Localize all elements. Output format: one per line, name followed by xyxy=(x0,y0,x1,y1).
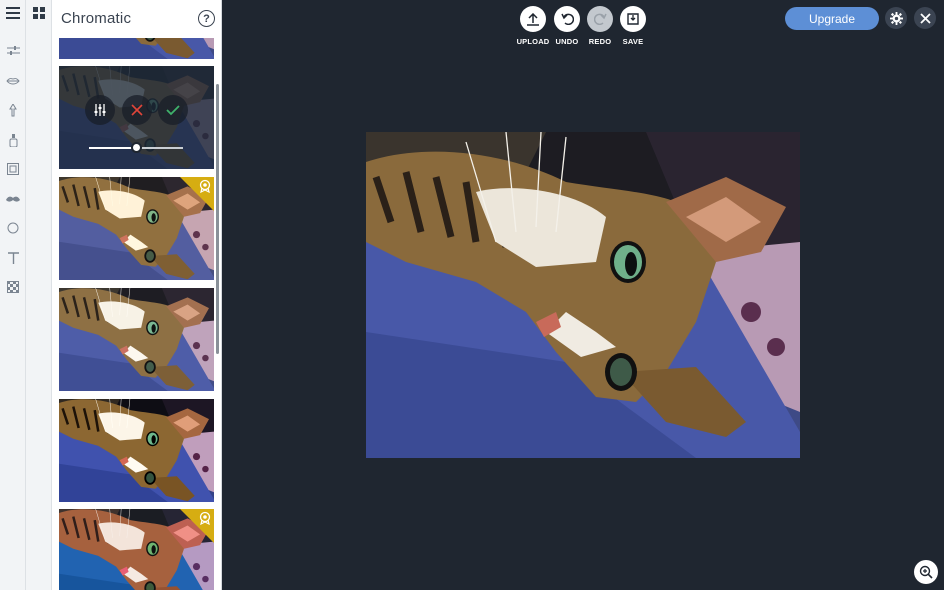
upload-icon xyxy=(527,12,539,26)
lips-icon[interactable] xyxy=(3,71,23,91)
premium-badge-icon xyxy=(199,511,211,525)
pin-icon[interactable] xyxy=(3,100,23,120)
zoom-button[interactable] xyxy=(914,560,938,584)
cancel-effect-button[interactable] xyxy=(122,95,152,125)
close-icon xyxy=(131,104,143,116)
cat-thumbnail-image xyxy=(59,288,214,391)
frame-icon[interactable] xyxy=(3,159,23,179)
intensity-slider-fill xyxy=(89,147,136,149)
help-button[interactable]: ? xyxy=(198,10,215,27)
check-icon xyxy=(166,104,180,115)
sliders-icon xyxy=(94,104,106,116)
save-label: SAVE xyxy=(622,37,644,46)
text-icon[interactable] xyxy=(3,248,23,268)
redo-button[interactable] xyxy=(587,6,613,32)
apply-effect-button[interactable] xyxy=(158,95,188,125)
mustache-icon[interactable] xyxy=(3,189,23,209)
grid-icon[interactable] xyxy=(29,3,49,23)
bottle-icon[interactable] xyxy=(3,130,23,150)
effects-panel: Chromatic ? xyxy=(52,0,222,590)
adjust-sliders-icon[interactable] xyxy=(3,41,23,61)
undo-icon xyxy=(560,13,574,25)
upgrade-button[interactable]: Upgrade xyxy=(785,7,879,30)
menu-icon[interactable] xyxy=(3,3,23,23)
effect-thumbnail[interactable] xyxy=(59,177,214,280)
editing-canvas-image[interactable] xyxy=(366,132,800,458)
panel-title: Chromatic xyxy=(61,10,132,27)
effects-rail xyxy=(26,0,52,590)
upload-button[interactable] xyxy=(520,6,546,32)
shape-icon[interactable] xyxy=(3,218,23,238)
close-editor-button[interactable] xyxy=(914,7,936,29)
cat-thumbnail-image xyxy=(59,399,214,502)
gear-icon xyxy=(889,11,903,25)
redo-icon xyxy=(593,13,607,25)
settings-button[interactable] xyxy=(885,7,907,29)
save-button[interactable] xyxy=(620,6,646,32)
panel-scrollbar[interactable] xyxy=(216,84,219,354)
save-icon xyxy=(627,13,639,25)
zoom-in-icon xyxy=(919,565,933,579)
effect-thumbnail[interactable] xyxy=(59,399,214,502)
close-icon xyxy=(919,12,931,24)
premium-badge-icon xyxy=(199,179,211,193)
tool-rail xyxy=(0,0,26,590)
effect-thumbnail-active[interactable] xyxy=(59,66,214,169)
effect-thumbnail[interactable] xyxy=(59,288,214,391)
texture-icon[interactable] xyxy=(3,277,23,297)
intensity-slider-knob[interactable] xyxy=(130,142,142,153)
effect-settings-button[interactable] xyxy=(85,95,115,125)
panel-header: Chromatic ? xyxy=(52,0,221,38)
undo-button[interactable] xyxy=(554,6,580,32)
effect-thumbnail[interactable] xyxy=(59,509,214,590)
